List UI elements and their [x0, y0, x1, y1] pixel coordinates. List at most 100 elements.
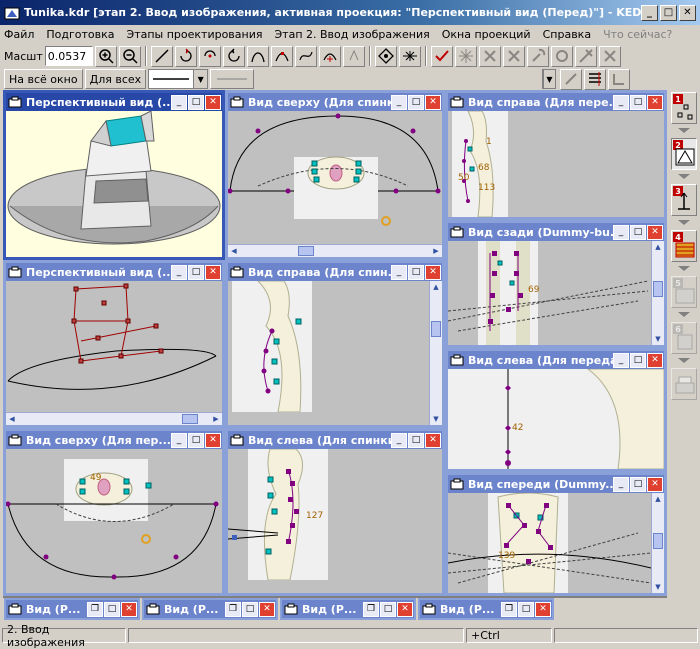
window-minimize-button[interactable]: _ [613, 352, 629, 368]
projection-canvas[interactable]: ◀ ▶ [228, 111, 442, 257]
projection-canvas[interactable]: ◀ ▶ [6, 281, 222, 425]
window-close-button[interactable]: ✕ [425, 94, 441, 110]
minimized-window[interactable]: Вид (Р... ❐ □ ✕ [4, 598, 140, 620]
tool-disabled-1[interactable] [454, 45, 477, 67]
dropdown-button[interactable]: ▼ [542, 69, 556, 89]
tool-disabled-5[interactable] [550, 45, 573, 67]
window-minimize-button[interactable]: _ [171, 264, 187, 280]
scrollbar-thumb[interactable] [653, 533, 663, 549]
horizontal-scrollbar[interactable]: ◀ ▶ [6, 412, 222, 425]
close-button[interactable]: ✕ [679, 4, 696, 21]
line-style-select[interactable]: ▼ [148, 69, 209, 89]
minimized-window[interactable]: Вид (Р... ❐ □ ✕ [418, 598, 554, 620]
window-titlebar[interactable]: Перспективный вид (... _ □ ✕ [6, 93, 222, 111]
stage-4-button[interactable]: 4 [671, 230, 697, 262]
window-titlebar[interactable]: Вид слева (Для переда) _ □ ✕ [448, 351, 664, 369]
window-close-button[interactable]: ✕ [647, 94, 663, 110]
window-close-button[interactable]: ✕ [647, 224, 663, 240]
window-minimize-button[interactable]: _ [391, 264, 407, 280]
zoom-in-button[interactable] [94, 45, 117, 67]
window-close-button[interactable]: ✕ [205, 264, 221, 280]
projection-window-top-back[interactable]: Вид сверху (Для спинк... _□✕ ◀▶ [225, 90, 445, 260]
maximize-button[interactable]: □ [660, 4, 677, 21]
menu-windows[interactable]: Окна проекций [442, 28, 531, 41]
stage-7-button[interactable] [671, 368, 697, 400]
list-button[interactable] [584, 68, 606, 90]
scrollbar-thumb[interactable] [431, 321, 441, 337]
stage-2-button[interactable]: 2 [671, 138, 697, 170]
line-preview-button[interactable] [210, 69, 255, 89]
vertical-scrollbar[interactable]: ▲ ▼ [651, 493, 664, 593]
window-maximize-button[interactable]: □ [630, 476, 646, 492]
scroll-up-arrow[interactable]: ▲ [652, 493, 664, 505]
tool-disabled-8[interactable] [560, 68, 582, 90]
window-restore-button[interactable]: ❐ [87, 601, 103, 617]
window-maximize-button[interactable]: □ [188, 432, 204, 448]
window-maximize-button[interactable]: □ [188, 94, 204, 110]
projection-canvas[interactable]: 139 ▲ ▼ [448, 493, 664, 593]
text-tool-button[interactable] [342, 45, 365, 67]
tool-disabled-6[interactable] [574, 45, 597, 67]
window-minimize-button[interactable]: _ [171, 432, 187, 448]
window-maximize-button[interactable]: □ [630, 224, 646, 240]
window-close-button[interactable]: ✕ [425, 432, 441, 448]
fit-all-button[interactable]: На всё окно [4, 69, 83, 89]
window-titlebar[interactable]: Перспективный вид (... _ □ ✕ [6, 263, 222, 281]
stage-1-button[interactable]: 1 [671, 92, 697, 124]
check-button[interactable] [430, 45, 453, 67]
tool-disabled-4[interactable] [526, 45, 549, 67]
snap-button[interactable] [398, 45, 421, 67]
window-maximize-button[interactable]: □ [242, 601, 258, 617]
menu-prepare[interactable]: Подготовка [46, 28, 114, 41]
scale-input[interactable] [44, 46, 93, 66]
stage-6-button[interactable]: 6 [671, 322, 697, 354]
projection-window-top-front[interactable]: Вид сверху (Для пер... _ □ ✕ 49 [3, 428, 225, 596]
scrollbar-thumb[interactable] [653, 281, 663, 297]
minimized-window[interactable]: Вид (Р... ❐ □ ✕ [280, 598, 416, 620]
scroll-down-arrow[interactable]: ▼ [430, 413, 442, 425]
window-close-button[interactable]: ✕ [205, 94, 221, 110]
window-minimize-button[interactable]: _ [391, 94, 407, 110]
curve-edit-button[interactable] [294, 45, 317, 67]
projection-canvas[interactable]: 42 [448, 369, 664, 469]
projection-window-perspective-back[interactable]: Перспективный вид (... _ □ ✕ ◀ ▶ [3, 260, 225, 428]
scroll-right-arrow[interactable]: ▶ [430, 245, 442, 257]
projection-window-left-front[interactable]: Вид слева (Для переда) _ □ ✕ 42 [445, 348, 667, 472]
curve-tool-button[interactable] [246, 45, 269, 67]
vertical-scrollbar[interactable]: ▲ ▼ [429, 281, 442, 425]
window-maximize-button[interactable]: □ [408, 94, 424, 110]
zoom-out-button[interactable] [118, 45, 141, 67]
tool-disabled-9[interactable] [608, 68, 630, 90]
window-titlebar[interactable]: Вид сзади (Dummy-bu... _ □ ✕ [448, 223, 664, 241]
rotate-ccw-button[interactable] [222, 45, 245, 67]
projection-window-right-front[interactable]: Вид справа (Для пере... _ □ ✕ 1 68 50 113 [445, 90, 667, 220]
projection-canvas[interactable]: 69 ▲ ▼ [448, 241, 664, 345]
scroll-left-arrow[interactable]: ◀ [228, 245, 240, 257]
rotate-point-button[interactable] [198, 45, 221, 67]
curve-points-button[interactable] [270, 45, 293, 67]
line-tool-button[interactable] [150, 45, 173, 67]
menu-whats-now[interactable]: Что сейчас? [603, 28, 672, 41]
window-titlebar[interactable]: Вид справа (Для спин... _ □ ✕ [228, 263, 442, 281]
window-restore-button[interactable]: ❐ [501, 601, 517, 617]
vertical-scrollbar[interactable]: ▲ ▼ [651, 241, 664, 345]
window-close-button[interactable]: ✕ [647, 352, 663, 368]
window-maximize-button[interactable]: □ [188, 264, 204, 280]
curve-move-button[interactable] [318, 45, 341, 67]
target-button[interactable] [374, 45, 397, 67]
stage-3-button[interactable]: 3 [671, 184, 697, 216]
window-maximize-button[interactable]: □ [408, 432, 424, 448]
scrollbar-thumb[interactable] [182, 414, 198, 424]
window-maximize-button[interactable]: □ [408, 264, 424, 280]
menu-file[interactable]: Файл [4, 28, 34, 41]
window-close-button[interactable]: ✕ [121, 601, 137, 617]
scroll-up-arrow[interactable]: ▲ [430, 281, 442, 293]
window-titlebar[interactable]: Вид сверху (Для спинк... _ □ ✕ [228, 93, 442, 111]
stage-5-button[interactable]: 5 [671, 276, 697, 308]
scroll-right-arrow[interactable]: ▶ [210, 413, 222, 425]
projection-window-left-back[interactable]: Вид слева (Для спинки) _ □ ✕ 127 [225, 428, 445, 596]
projection-window-back-dummy[interactable]: Вид сзади (Dummy-bu... _ □ ✕ 69 ▲ ▼ [445, 220, 667, 348]
window-close-button[interactable]: ✕ [535, 601, 551, 617]
minimize-button[interactable]: _ [641, 4, 658, 21]
rotate-tool-button[interactable] [174, 45, 197, 67]
